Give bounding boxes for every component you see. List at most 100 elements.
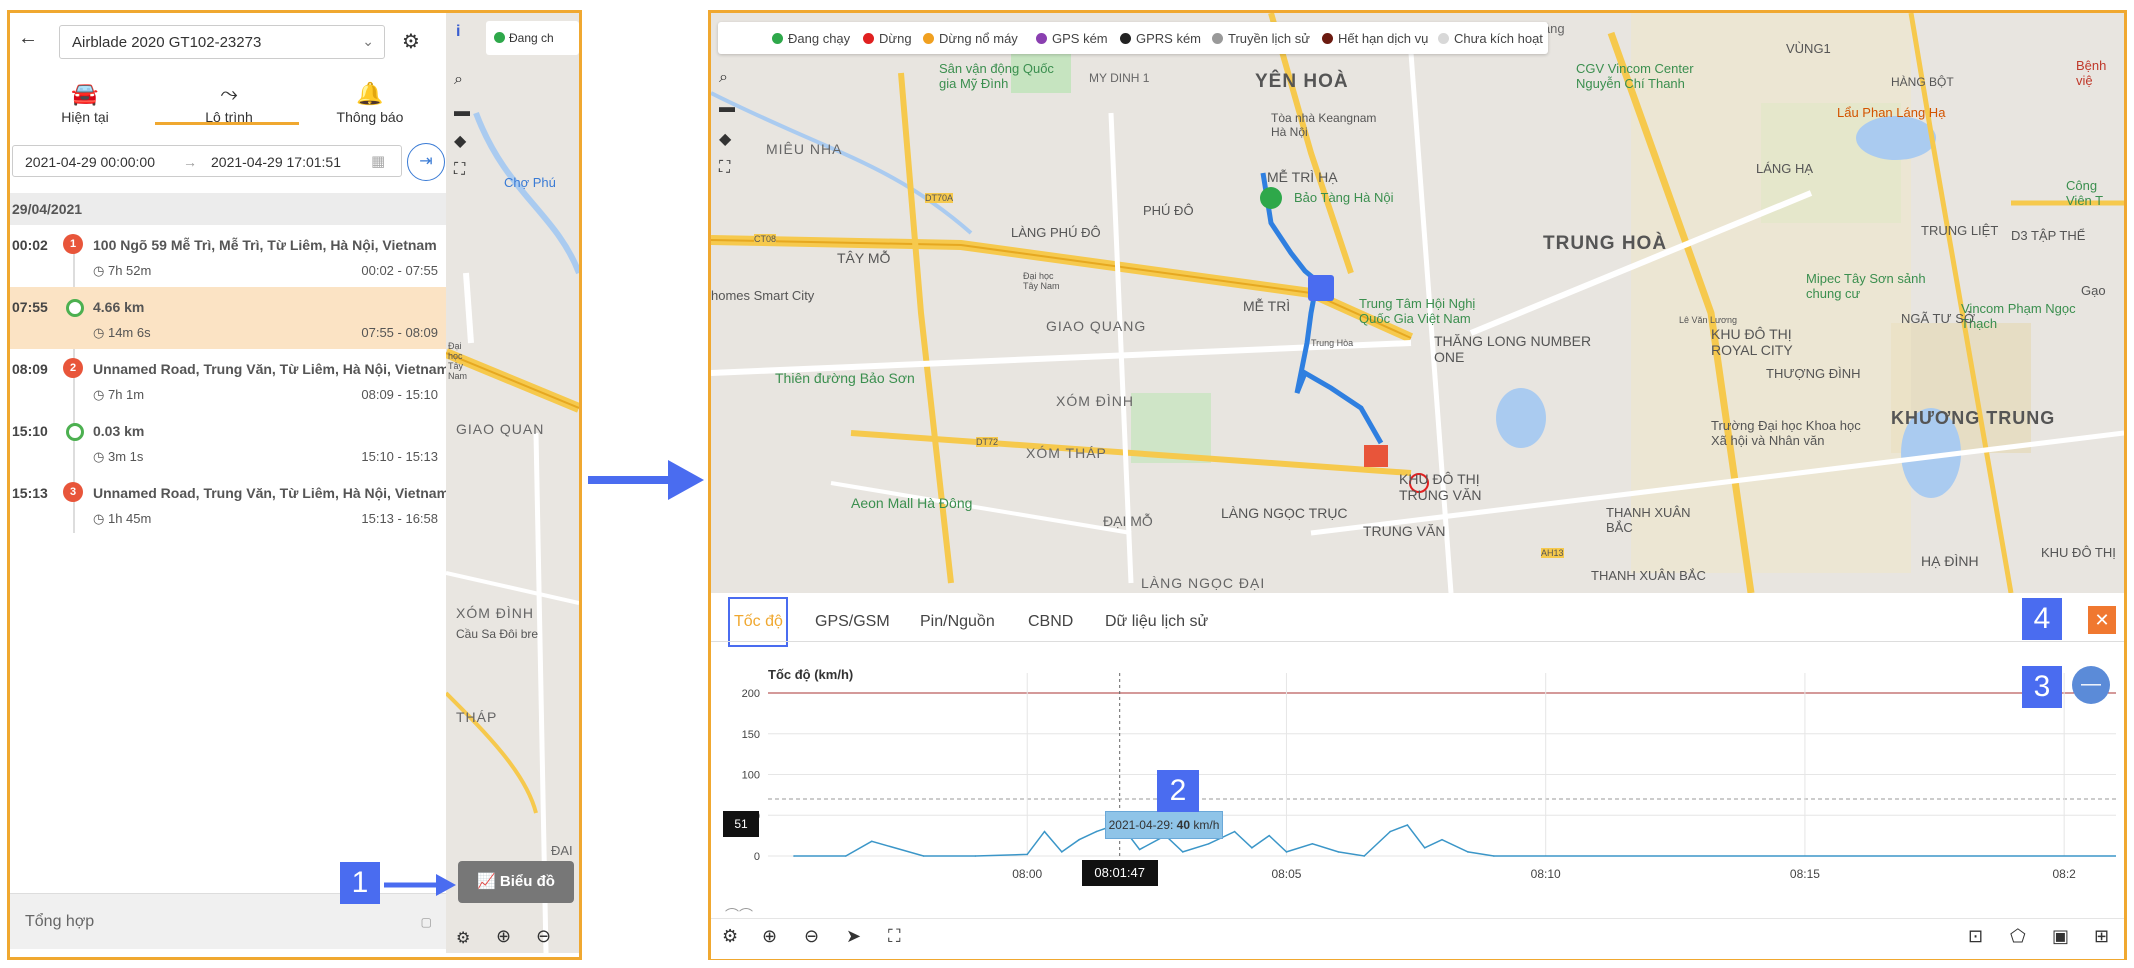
back-arrow-icon[interactable]: ←: [18, 27, 38, 50]
callout-arrow-icon: [384, 874, 456, 896]
legend-label: Chưa kích hoạt: [1454, 31, 1543, 46]
place-label: MỄ TRÌ HẠ: [1267, 169, 1338, 185]
trip-item[interactable]: 15:13 3 Unnamed Road, Trung Văn, Từ Liêm…: [10, 473, 449, 535]
chart-thumbnail-icon[interactable]: ⌒⌒: [725, 905, 753, 925]
road-label: DT72: [976, 437, 999, 447]
trip-item[interactable]: 15:10 0.03 km ◷ 3m 1s 15:10 - 15:13: [10, 411, 446, 473]
add-box-icon[interactable]: ⊞: [2094, 926, 2109, 947]
info-icon[interactable]: i: [456, 23, 460, 41]
chart-tooltip: 2021-04-29: 40 km/h: [1105, 811, 1223, 839]
trip-item[interactable]: 08:09 2 Unnamed Road, Trung Văn, Từ Liêm…: [10, 349, 449, 411]
locate-icon[interactable]: ➤: [846, 926, 861, 947]
date-range-input[interactable]: 2021-04-29 00:00:00 → 2021-04-29 17:01:5…: [12, 145, 402, 177]
place-label: KHƯƠNG TRUNG: [1891, 408, 2056, 428]
zoom-in-icon[interactable]: ⊕: [762, 926, 777, 947]
place-label: Mipec Tây Sơn sảnh chung cư: [1806, 271, 1926, 301]
trip-item[interactable]: 00:02 1 100 Ngõ 59 Mễ Trì, Mễ Trì, Từ Li…: [10, 225, 446, 287]
mini-map[interactable]: Đang ch i ⌕ ▬ ◆ ⛶ Chợ Phú Đại học Tây Na…: [446, 13, 579, 953]
place-label: Sân vận động Quốc gia Mỹ Đình: [939, 61, 1054, 91]
callout-3: 3: [2022, 666, 2062, 708]
move-marker-icon: [66, 423, 84, 441]
summary-bar[interactable]: Tổng hợp ▢: [10, 893, 446, 949]
place-label: Trung Hòa: [1311, 338, 1354, 348]
arrow-right-icon: →: [183, 154, 197, 170]
y-tick-label: 150: [742, 729, 760, 741]
speed-chart[interactable]: 05010015020008:0008:0508:1008:1508:2: [711, 593, 2124, 959]
x-tick-label: 08:05: [1271, 867, 1301, 881]
fullscreen-icon[interactable]: ⛶: [888, 926, 901, 947]
chart-panel: Tốc độ GPS/GSM Pin/Nguồn CBND Dữ liệu lị…: [711, 593, 2124, 959]
ruler-icon[interactable]: ▬: [719, 99, 735, 117]
speed-point: [1060, 851, 1063, 853]
trip-time: 15:13: [12, 485, 48, 501]
tab-notifications-label: Thông báo: [336, 109, 404, 125]
x-tick-label: 08:2: [2052, 867, 2076, 881]
tab-current[interactable]: 🚘 Hiện tại: [15, 73, 155, 141]
export-button[interactable]: ⇥: [407, 143, 445, 181]
zoom-out-icon[interactable]: ⊖: [804, 926, 819, 947]
tab-notifications[interactable]: 🔔 Thông báo: [300, 73, 440, 141]
place-label: KHU ĐÔ THỊ TRUNG VĂN: [1399, 471, 1482, 503]
collapse-icon[interactable]: ▢: [421, 894, 432, 950]
screenshot-icon[interactable]: ⊡: [1968, 926, 1983, 947]
place-label: MỄ TRÌ: [1243, 298, 1291, 314]
close-chart-button[interactable]: ✕: [2088, 606, 2116, 634]
gear-icon[interactable]: ⚙: [402, 29, 420, 54]
place-label: Aeon Mall Hà Đông: [851, 495, 973, 511]
search-icon[interactable]: ⌕: [719, 69, 728, 87]
speed-point: [1043, 830, 1046, 833]
zoom-in-icon[interactable]: ⊕: [496, 926, 511, 947]
gear-icon[interactable]: ⚙: [722, 926, 738, 947]
place-label: LÀNG NGỌC TRỤC: [1221, 505, 1348, 521]
place-label: Bệnh việ: [2076, 58, 2107, 88]
search-icon[interactable]: ⌕: [454, 71, 463, 89]
mini-map-legend: Đang ch: [486, 21, 579, 55]
place-label: VÙNG1: [1786, 41, 1831, 56]
legend-item: Dừng nổ máy: [923, 31, 1018, 46]
trip-item[interactable]: 07:55 4.66 km ◷ 14m 6s 07:55 - 08:09: [10, 287, 446, 349]
map-label: Chợ Phú: [504, 175, 556, 190]
polygon-icon[interactable]: ⬠: [2010, 926, 2026, 947]
road-label: CT08: [754, 234, 777, 244]
trip-range: 07:55 - 08:09: [361, 325, 438, 340]
fullscreen-icon[interactable]: ⛶: [719, 159, 730, 177]
trip-time: 00:02: [12, 237, 48, 253]
speed-point: [1311, 842, 1314, 845]
zoom-out-icon[interactable]: ⊖: [536, 926, 551, 947]
callout-1: 1: [340, 862, 380, 904]
inactive-dot-icon: [1438, 33, 1449, 44]
chart-button[interactable]: 📈 Biểu đồ: [458, 861, 574, 903]
trip-duration: ◷ 3m 1s: [93, 449, 144, 464]
fullscreen-icon[interactable]: ⛶: [454, 161, 465, 179]
legend-item: Hết hạn dịch vụ: [1322, 31, 1428, 46]
y-tick-label: 100: [742, 770, 760, 782]
map-icon[interactable]: ▣: [2052, 926, 2069, 947]
speed-point: [974, 855, 977, 857]
place-label: MIÊU NHA: [766, 141, 843, 157]
vehicle-select[interactable]: Airblade 2020 GT102-23273 ⌄: [59, 25, 385, 59]
expired-dot-icon: [1322, 33, 1333, 44]
stop-marker-icon: 1: [63, 234, 83, 254]
speed-point: [1095, 830, 1098, 833]
trip-range: 00:02 - 07:55: [361, 263, 438, 278]
collapse-chart-button[interactable]: —: [2072, 666, 2110, 704]
tab-route[interactable]: ⤳ Lộ trình: [159, 73, 299, 141]
ruler-icon[interactable]: ▬: [454, 103, 470, 121]
place-label: NGÃ TƯ SỞ: [1901, 311, 1976, 326]
trip-distance: 4.66 km: [93, 299, 145, 315]
place-label: TÂY MỖ: [837, 250, 891, 266]
time-badge: 08:01:47: [1081, 860, 1158, 886]
gear-icon[interactable]: ⚙: [456, 928, 470, 948]
place-label: MY DINH 1: [1089, 71, 1150, 85]
route-map[interactable]: Sân vận động Quốc gia Mỹ Đình MY DINH 1 …: [711, 13, 2124, 593]
direction-icon[interactable]: ◆: [719, 129, 731, 149]
place-label: HẠ ĐÌNH: [1921, 553, 1979, 569]
y-tick-label: 0: [754, 851, 760, 863]
trip-duration-value: 7h 1m: [107, 387, 145, 402]
place-label: YÊN HOÀ: [1255, 71, 1349, 92]
direction-icon[interactable]: ◆: [454, 131, 466, 151]
speed-point: [1233, 830, 1236, 833]
speed-point: [1493, 855, 1495, 857]
place-label: ĐẠI MỖ: [1103, 513, 1153, 529]
place-label: Thiên đường Bảo Sơn: [775, 370, 915, 386]
